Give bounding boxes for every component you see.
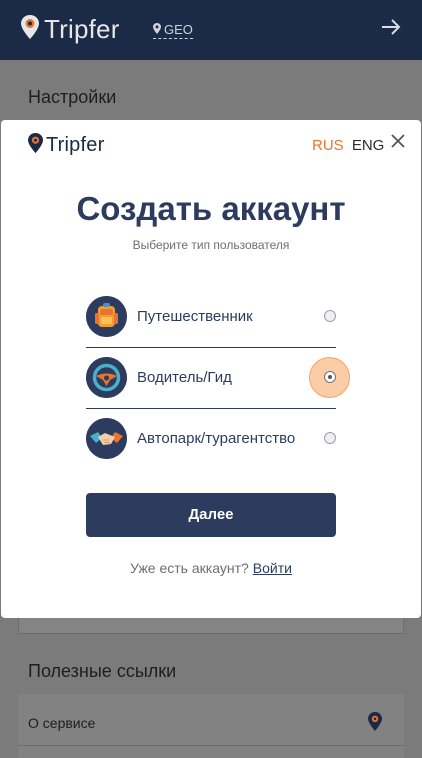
link-row-about[interactable]: О сервисе	[18, 694, 404, 746]
modal-brand-name: Tripfer	[46, 134, 105, 156]
user-type-option-agency[interactable]: Автопарк/турагентство	[86, 410, 336, 470]
lang-eng-option[interactable]: ENG	[352, 137, 385, 154]
header-logo[interactable]: Tripfer	[20, 14, 120, 45]
modal-logo: Tripfer	[28, 133, 104, 158]
modal-title: Создать аккаунт	[76, 190, 346, 227]
map-pin-icon	[153, 22, 161, 37]
backpack-icon	[86, 296, 127, 337]
user-type-option-driver-guide[interactable]: Водитель/Гид	[86, 349, 350, 409]
tripfer-logo-icon	[28, 133, 43, 158]
modal-subtitle: Выберите тип пользователя	[132, 238, 290, 252]
option-label: Путешественник	[137, 308, 253, 325]
link-row-label: О сервисе	[28, 715, 96, 731]
settings-title: Настройки	[28, 87, 117, 107]
tripfer-pin-icon	[368, 712, 382, 736]
useful-links-title: Полезные ссылки	[28, 661, 177, 681]
geo-selector[interactable]: GEO	[153, 22, 193, 39]
lang-rus-option[interactable]: RUS	[312, 137, 344, 154]
header-brand-name: Tripfer	[44, 14, 120, 44]
option-divider	[86, 347, 336, 348]
next-button[interactable]: Далее	[86, 493, 336, 537]
close-icon[interactable]	[391, 128, 405, 154]
handshake-icon	[86, 418, 127, 459]
option-divider	[86, 408, 336, 409]
language-switch: RUS ENG	[312, 137, 384, 154]
location-pin-icon	[20, 14, 40, 45]
geo-label: GEO	[164, 22, 193, 37]
arrow-right-icon[interactable]	[380, 16, 402, 44]
user-type-option-traveler[interactable]: Путешественник	[86, 288, 336, 348]
login-prompt-line: Уже есть аккаунт? Войти	[1, 560, 421, 576]
login-link[interactable]: Войти	[253, 560, 292, 576]
radio-traveler[interactable]	[324, 310, 336, 322]
top-bar: Tripfer GEO	[0, 0, 422, 60]
option-label: Водитель/Гид	[137, 369, 232, 386]
radio-driver-guide[interactable]	[324, 371, 336, 383]
radio-agency[interactable]	[324, 432, 336, 444]
option-label: Автопарк/турагентство	[137, 430, 296, 447]
create-account-modal: Tripfer RUS ENG Создать аккаунт Выберите…	[1, 120, 421, 618]
link-row-next	[18, 746, 404, 758]
steering-wheel-icon	[86, 357, 127, 398]
login-prompt-text: Уже есть аккаунт?	[130, 560, 249, 576]
